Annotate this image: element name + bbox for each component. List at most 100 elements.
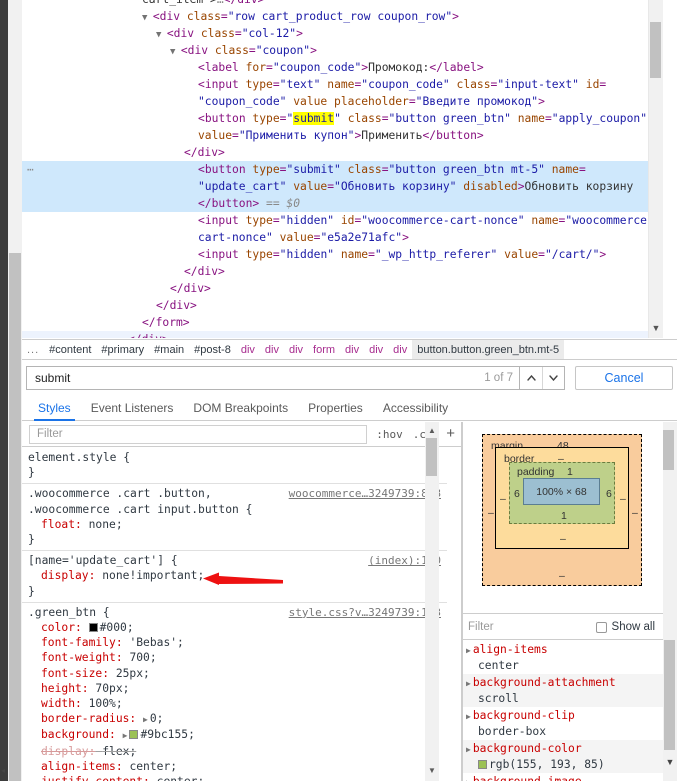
styles-bottom-left-arrow[interactable]: ◂ xyxy=(1,766,11,776)
style-declaration-value[interactable]: 700; xyxy=(129,651,156,664)
dom-row-expand-badge[interactable]: ⋯ xyxy=(27,164,35,175)
box-model-border-right[interactable]: – xyxy=(620,493,626,505)
search-input[interactable] xyxy=(33,368,481,388)
expand-property-icon[interactable]: ▶ xyxy=(466,676,471,691)
computed-scrollbar-thumb[interactable] xyxy=(664,640,675,750)
style-declaration[interactable]: align-items: center; xyxy=(28,759,447,774)
box-model-padding-bottom[interactable]: 1 xyxy=(561,510,567,522)
box-model-padding-left[interactable]: 6 xyxy=(514,488,520,500)
expand-property-icon[interactable]: ▶ xyxy=(466,775,471,781)
computed-property-row[interactable]: ▶ background-color rgb(155, 193, 85) xyxy=(463,740,663,773)
computed-scroll-down-arrow[interactable]: ▼ xyxy=(663,755,677,769)
style-declaration[interactable]: justify-content: center; xyxy=(28,774,447,781)
dom-tree-row[interactable]: cart_item">…</div> xyxy=(22,0,652,8)
style-declaration[interactable]: display: none!important; xyxy=(28,568,447,583)
style-declaration[interactable]: background: ▶ #9bc155; xyxy=(28,727,447,743)
style-declaration-value[interactable]: center; xyxy=(157,775,205,781)
breadcrumb-item-7[interactable]: div xyxy=(284,340,308,359)
tab-styles[interactable]: Styles xyxy=(28,398,81,421)
computed-property-header[interactable]: ▶ background-clip xyxy=(466,708,663,724)
style-rule-selector[interactable]: element.style { xyxy=(28,450,447,465)
breadcrumb-item-0[interactable]: ... xyxy=(22,340,44,359)
breadcrumb-item-11[interactable]: div xyxy=(388,340,412,359)
dom-tree-row[interactable]: cart-nonce" value="e5a2e71afc"> xyxy=(22,229,652,246)
breadcrumb[interactable]: ... #content #primary #main #post-8 div div div… xyxy=(22,339,677,360)
style-declaration-value[interactable]: flex; xyxy=(102,745,136,758)
style-declaration[interactable]: font-family: 'Bebas'; xyxy=(28,635,447,650)
style-declaration-property[interactable]: align-items: xyxy=(28,759,123,774)
style-declaration-value[interactable]: 70px; xyxy=(95,682,129,695)
dom-tree-row[interactable]: value="Применить купон">Применить</butto… xyxy=(22,127,652,144)
hover-state-toggle[interactable]: :hov xyxy=(371,428,408,441)
dom-tree-row[interactable]: ▼ <div class="coupon"> xyxy=(22,42,652,59)
breadcrumb-item-8[interactable]: form xyxy=(308,340,340,359)
dom-tree-row[interactable]: <input type="hidden" id="woocommerce-car… xyxy=(22,212,654,229)
style-declaration[interactable]: font-size: 25px; xyxy=(28,666,447,681)
computed-property-row[interactable]: ▶background-image xyxy=(463,773,663,781)
style-rule-source-link[interactable]: style.css?v…3249739:193 xyxy=(289,605,441,620)
dom-tree-row[interactable]: <input type="text" name="coupon_code" cl… xyxy=(22,76,652,93)
style-declaration[interactable]: width: 100%; xyxy=(28,696,447,711)
style-declaration-value[interactable]: none; xyxy=(89,518,123,531)
style-declaration-property[interactable]: font-size: xyxy=(28,666,109,681)
new-style-rule-icon[interactable]: + xyxy=(444,425,459,442)
style-rule[interactable]: style.css?v…3249739:193 .green_btn {color… xyxy=(22,603,447,781)
dom-tree-pane[interactable]: cart_item">…</div>▼ <div class="row cart… xyxy=(22,0,667,338)
box-model-margin-bottom[interactable]: – xyxy=(559,570,565,582)
expand-property-icon[interactable]: ▶ xyxy=(466,643,471,658)
styles-scroll-up-arrow[interactable]: ▲ xyxy=(425,424,439,437)
computed-filter-input[interactable]: Filter xyxy=(468,618,596,637)
search-prev-icon[interactable] xyxy=(520,367,542,389)
style-declaration-property[interactable]: float: xyxy=(28,517,82,532)
style-declaration[interactable]: font-weight: 700; xyxy=(28,650,447,665)
styles-scroll-down-arrow[interactable]: ▼ xyxy=(425,764,439,777)
computed-property-header[interactable]: ▶ background-color xyxy=(466,741,663,757)
style-rule-selector-2[interactable]: .woocommerce .cart input.button { xyxy=(28,502,447,517)
tab-dom-breakpoints[interactable]: DOM Breakpoints xyxy=(183,398,298,420)
dom-tree-row[interactable]: ⋯ <button type="submit" class="button gre… xyxy=(22,161,652,178)
box-model-padding-right[interactable]: 6 xyxy=(606,488,612,500)
box-model-scrollbar-thumb[interactable] xyxy=(663,430,674,470)
dom-tree-row[interactable]: </div> xyxy=(22,144,652,161)
color-swatch-icon[interactable] xyxy=(88,623,98,633)
styles-filter-box[interactable] xyxy=(29,424,368,444)
style-declaration-property[interactable]: border-radius: xyxy=(28,711,136,726)
dom-expand-triangle-icon[interactable]: ▼ xyxy=(142,13,153,23)
expand-property-icon[interactable]: ▶ xyxy=(466,742,471,757)
box-model-padding-top[interactable]: 1 xyxy=(567,466,573,478)
styles-filter-input[interactable] xyxy=(35,427,362,441)
style-declaration-value[interactable]: 100%; xyxy=(89,697,123,710)
box-model-margin-left[interactable]: – xyxy=(488,507,494,519)
breadcrumb-item-5[interactable]: div xyxy=(236,340,260,359)
search-next-icon[interactable] xyxy=(542,367,564,389)
style-declaration-value[interactable]: #9bc155; xyxy=(140,728,194,741)
dom-scroll-down-arrow[interactable]: ▼ xyxy=(650,322,662,334)
style-declaration-property[interactable]: height: xyxy=(28,681,89,696)
style-declaration-property[interactable]: font-weight: xyxy=(28,650,123,665)
box-model-content[interactable]: 100% × 68 xyxy=(523,478,600,505)
expand-property-icon[interactable]: ▶ xyxy=(466,709,471,724)
style-declaration-property[interactable]: background: xyxy=(28,727,116,742)
tab-properties[interactable]: Properties xyxy=(298,398,373,420)
dom-tree-row[interactable]: <label for="coupon_code">Промокод:</labe… xyxy=(22,59,652,76)
style-declaration-value[interactable]: 25px; xyxy=(116,667,150,680)
computed-property-header[interactable]: ▶ align-items xyxy=(466,642,663,658)
dom-tree-row[interactable]: </form> xyxy=(22,314,652,331)
style-declaration[interactable]: border-radius: ▶ 0; xyxy=(28,711,447,727)
computed-property-header[interactable]: ▶background-image xyxy=(466,774,663,781)
box-model-border-bottom[interactable]: – xyxy=(560,533,566,545)
style-declaration[interactable]: height: 70px; xyxy=(28,681,447,696)
search-input-wrapper[interactable]: 1 of 7 xyxy=(26,366,520,390)
dom-expand-triangle-icon[interactable]: ▼ xyxy=(170,47,181,57)
breadcrumb-item-9[interactable]: div xyxy=(340,340,364,359)
show-all-toggle[interactable]: Show all xyxy=(595,621,655,633)
tab-event-listeners[interactable]: Event Listeners xyxy=(81,398,184,420)
style-rule-source-link[interactable]: woocommerce…3249739:828 xyxy=(289,486,441,501)
breadcrumb-item-10[interactable]: div xyxy=(364,340,388,359)
sidebar-tabs[interactable]: Styles Event Listeners DOM Breakpoints Prop… xyxy=(22,396,677,421)
color-swatch-icon[interactable] xyxy=(129,730,139,740)
style-declaration-value[interactable]: 0; xyxy=(150,712,164,725)
style-declaration-property[interactable]: width: xyxy=(28,696,82,711)
dom-tree-row[interactable]: "update_cart" value="Обновить корзину" d… xyxy=(22,178,652,195)
style-declaration-property[interactable]: display: xyxy=(28,568,95,583)
